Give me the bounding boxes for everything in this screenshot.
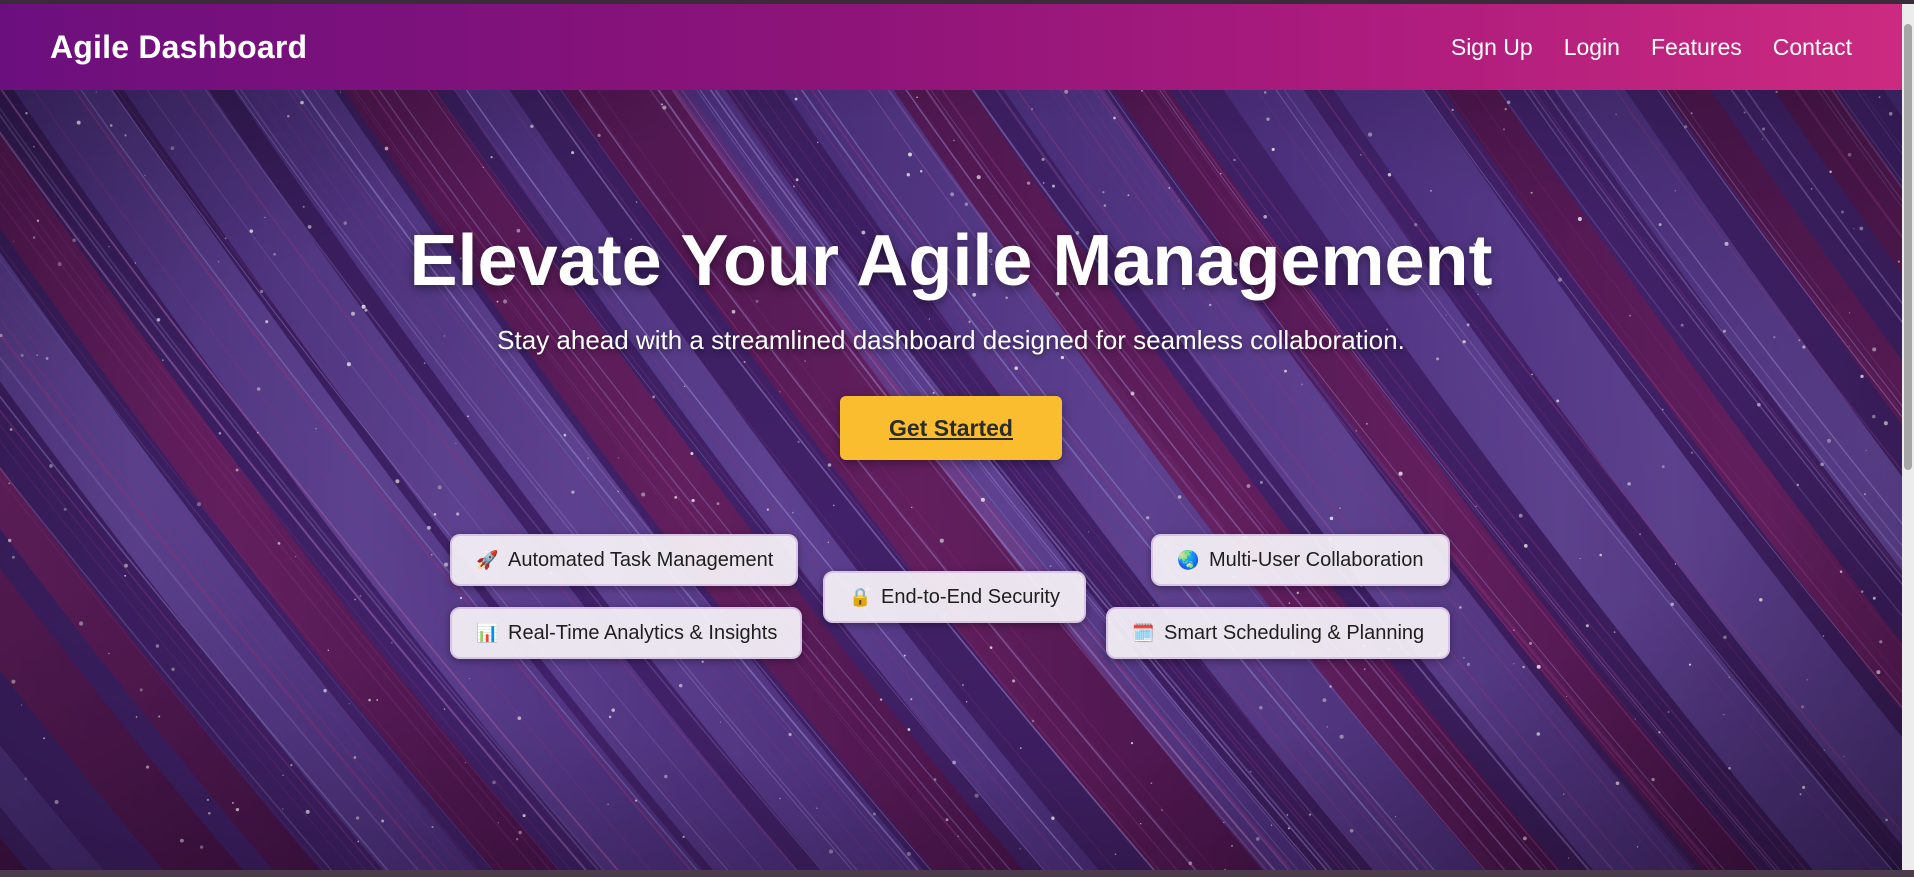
feature-chip-smart-scheduling[interactable]: 🗓️ Smart Scheduling & Planning bbox=[1106, 607, 1450, 659]
rocket-icon: 🚀 bbox=[476, 550, 499, 570]
window-top-edge bbox=[0, 0, 1914, 4]
brand-logo[interactable]: Agile Dashboard bbox=[50, 29, 307, 66]
window-bottom-edge bbox=[0, 870, 1914, 877]
nav-links: Sign Up Login Features Contact bbox=[1451, 34, 1852, 61]
nav-link-sign-up[interactable]: Sign Up bbox=[1451, 34, 1533, 61]
feature-chip-multi-user-collaboration[interactable]: 🌏 Multi-User Collaboration bbox=[1151, 534, 1450, 586]
feature-chip-label: Real-Time Analytics & Insights bbox=[508, 621, 778, 644]
hero-title: Elevate Your Agile Management bbox=[409, 221, 1493, 301]
nav-link-contact[interactable]: Contact bbox=[1773, 34, 1852, 61]
feature-chip-label: Smart Scheduling & Planning bbox=[1164, 621, 1425, 644]
nav-link-login[interactable]: Login bbox=[1564, 34, 1620, 61]
hero-content: Elevate Your Agile Management Stay ahead… bbox=[0, 90, 1902, 870]
page: Agile Dashboard Sign Up Login Features C… bbox=[0, 0, 1914, 877]
bar-chart-icon: 📊 bbox=[476, 623, 499, 643]
get-started-button[interactable]: Get Started bbox=[840, 396, 1062, 460]
nav-link-features[interactable]: Features bbox=[1651, 34, 1742, 61]
lock-icon: 🔒 bbox=[849, 587, 872, 607]
hero-subtitle: Stay ahead with a streamlined dashboard … bbox=[497, 325, 1405, 355]
globe-icon: 🌏 bbox=[1177, 550, 1200, 570]
feature-chip-label: Multi-User Collaboration bbox=[1209, 548, 1424, 571]
feature-chip-real-time-analytics[interactable]: 📊 Real-Time Analytics & Insights bbox=[450, 607, 802, 659]
vertical-scrollbar[interactable] bbox=[1902, 4, 1914, 870]
hero-section: Elevate Your Agile Management Stay ahead… bbox=[0, 90, 1902, 870]
scrollbar-thumb[interactable] bbox=[1904, 24, 1912, 470]
calendar-icon: 🗓️ bbox=[1132, 623, 1155, 643]
feature-chip-label: End-to-End Security bbox=[881, 585, 1060, 608]
feature-chip-end-to-end-security[interactable]: 🔒 End-to-End Security bbox=[823, 571, 1086, 623]
navbar: Agile Dashboard Sign Up Login Features C… bbox=[0, 4, 1902, 90]
feature-chip-label: Automated Task Management bbox=[508, 548, 774, 571]
feature-chip-automated-task-management[interactable]: 🚀 Automated Task Management bbox=[450, 534, 798, 586]
